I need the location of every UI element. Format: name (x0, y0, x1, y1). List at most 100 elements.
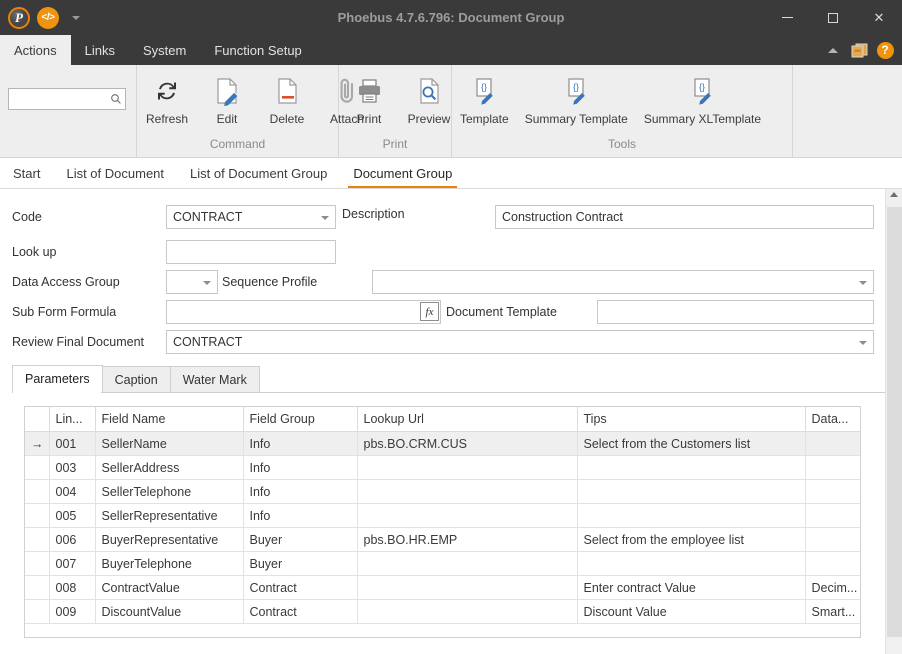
cell-field-name[interactable]: ContractValue (95, 575, 244, 600)
grid-header-line[interactable]: Lin... (49, 407, 96, 432)
cell-lookup-url[interactable]: pbs.BO.HR.EMP (357, 527, 578, 552)
cell-line[interactable]: 009 (49, 599, 96, 624)
cell-field-group[interactable]: Contract (243, 575, 358, 600)
print-button[interactable]: Print (339, 71, 399, 126)
cell-field-group[interactable]: Info (243, 503, 358, 528)
search-icon[interactable] (110, 93, 122, 105)
table-row[interactable]: 005 SellerRepresentative Info (25, 503, 860, 528)
table-row[interactable]: 004 SellerTelephone Info (25, 479, 860, 504)
summary-template-button[interactable]: {} Summary Template (517, 71, 636, 126)
formula-button[interactable]: fx (420, 302, 439, 321)
chevron-down-icon[interactable] (859, 341, 867, 345)
grid-header-field-group[interactable]: Field Group (243, 407, 358, 432)
row-marker-empty[interactable] (25, 527, 50, 552)
tab-parameters[interactable]: Parameters (12, 365, 103, 393)
cell-lookup-url[interactable]: pbs.BO.CRM.CUS (357, 431, 578, 456)
edit-button[interactable]: Edit (197, 71, 257, 126)
chevron-down-icon[interactable] (859, 281, 867, 285)
cell-line[interactable]: 006 (49, 527, 96, 552)
tab-document-group[interactable]: Document Group (340, 158, 465, 188)
chevron-down-icon[interactable] (203, 281, 211, 285)
quick-access-dropdown-icon[interactable] (72, 15, 80, 20)
cell-field-group[interactable]: Contract (243, 599, 358, 624)
cascade-windows-button[interactable] (846, 35, 872, 65)
cell-data[interactable] (805, 527, 860, 552)
cell-tips[interactable] (577, 455, 806, 480)
grid-header-lookup-url[interactable]: Lookup Url (357, 407, 578, 432)
chevron-down-icon[interactable] (321, 216, 329, 220)
cell-tips[interactable] (577, 551, 806, 576)
table-row[interactable]: 008 ContractValue Contract Enter contract V… (25, 575, 860, 600)
cell-tips[interactable] (577, 479, 806, 504)
tab-list-of-document[interactable]: List of Document (53, 158, 177, 188)
cell-data[interactable] (805, 431, 860, 456)
row-marker-empty[interactable] (25, 551, 50, 576)
description-input[interactable]: Construction Contract (495, 205, 874, 229)
cell-tips[interactable]: Select from the Customers list (577, 431, 806, 456)
cell-line[interactable]: 007 (49, 551, 96, 576)
cell-lookup-url[interactable] (357, 503, 578, 528)
cell-field-group[interactable]: Info (243, 455, 358, 480)
cell-lookup-url[interactable] (357, 479, 578, 504)
cell-tips[interactable]: Select from the employee list (577, 527, 806, 552)
search-input[interactable] (14, 92, 110, 106)
cell-field-name[interactable]: SellerName (95, 431, 244, 456)
data-access-group-combobox[interactable] (166, 270, 218, 294)
row-marker-empty[interactable] (25, 455, 50, 480)
cell-field-name[interactable]: BuyerRepresentative (95, 527, 244, 552)
cell-data[interactable] (805, 551, 860, 576)
tab-water-mark[interactable]: Water Mark (169, 366, 260, 393)
cell-field-name[interactable]: DiscountValue (95, 599, 244, 624)
table-row[interactable]: 006 BuyerRepresentative Buyer pbs.BO.HR.EMP… (25, 527, 860, 552)
cell-tips[interactable]: Enter contract Value (577, 575, 806, 600)
parameters-grid[interactable]: Lin... Field Name Field Group Lookup Url… (24, 406, 861, 638)
row-marker-empty[interactable] (25, 503, 50, 528)
cell-data[interactable]: Decim... (805, 575, 860, 600)
grid-header-data[interactable]: Data... (805, 407, 860, 432)
cell-data[interactable]: Smart... (805, 599, 860, 624)
table-row[interactable]: 009 DiscountValue Contract Discount Value Sm… (25, 599, 860, 624)
close-button[interactable]: ✕ (856, 0, 902, 35)
tab-start[interactable]: Start (0, 158, 53, 188)
lookup-input[interactable] (166, 240, 336, 264)
cell-field-group[interactable]: Buyer (243, 551, 358, 576)
cell-field-name[interactable]: SellerTelephone (95, 479, 244, 504)
cell-data[interactable] (805, 503, 860, 528)
row-marker-empty[interactable] (25, 479, 50, 504)
refresh-button[interactable]: Refresh (137, 71, 197, 126)
cell-field-name[interactable]: SellerAddress (95, 455, 244, 480)
delete-button[interactable]: Delete (257, 71, 317, 126)
tab-caption[interactable]: Caption (101, 366, 171, 393)
cell-tips[interactable]: Discount Value (577, 599, 806, 624)
cell-tips[interactable] (577, 503, 806, 528)
table-row[interactable]: → 001 SellerName Info pbs.BO.CRM.CUS Select f… (25, 431, 860, 456)
summary-xltemplate-button[interactable]: {} Summary XLTemplate (636, 71, 769, 126)
scrollbar-thumb[interactable] (887, 207, 902, 637)
preview-button[interactable]: Preview (399, 71, 459, 126)
cell-lookup-url[interactable] (357, 455, 578, 480)
menu-item-links[interactable]: Links (71, 35, 129, 65)
code-icon[interactable]: </> (37, 6, 59, 29)
menu-item-system[interactable]: System (129, 35, 200, 65)
cell-line[interactable]: 005 (49, 503, 96, 528)
cell-field-group[interactable]: Info (243, 479, 358, 504)
code-combobox[interactable]: CONTRACT (166, 205, 336, 229)
row-marker-empty[interactable] (25, 599, 50, 624)
vertical-scrollbar[interactable] (885, 189, 902, 654)
cell-line[interactable]: 004 (49, 479, 96, 504)
cell-field-group[interactable]: Buyer (243, 527, 358, 552)
sub-form-formula-input[interactable] (166, 300, 441, 324)
tab-list-of-document-group[interactable]: List of Document Group (177, 158, 340, 188)
grid-header-field-name[interactable]: Field Name (95, 407, 244, 432)
cell-lookup-url[interactable] (357, 599, 578, 624)
table-row[interactable]: 003 SellerAddress Info (25, 455, 860, 480)
table-row[interactable]: 007 BuyerTelephone Buyer (25, 551, 860, 576)
minimize-button[interactable] (764, 0, 810, 35)
help-button[interactable]: ? (872, 35, 898, 65)
cell-field-name[interactable]: BuyerTelephone (95, 551, 244, 576)
sequence-profile-combobox[interactable] (372, 270, 874, 294)
cell-line[interactable]: 008 (49, 575, 96, 600)
scroll-up-arrow-icon[interactable] (890, 192, 898, 197)
cell-field-group[interactable]: Info (243, 431, 358, 456)
cell-lookup-url[interactable] (357, 551, 578, 576)
